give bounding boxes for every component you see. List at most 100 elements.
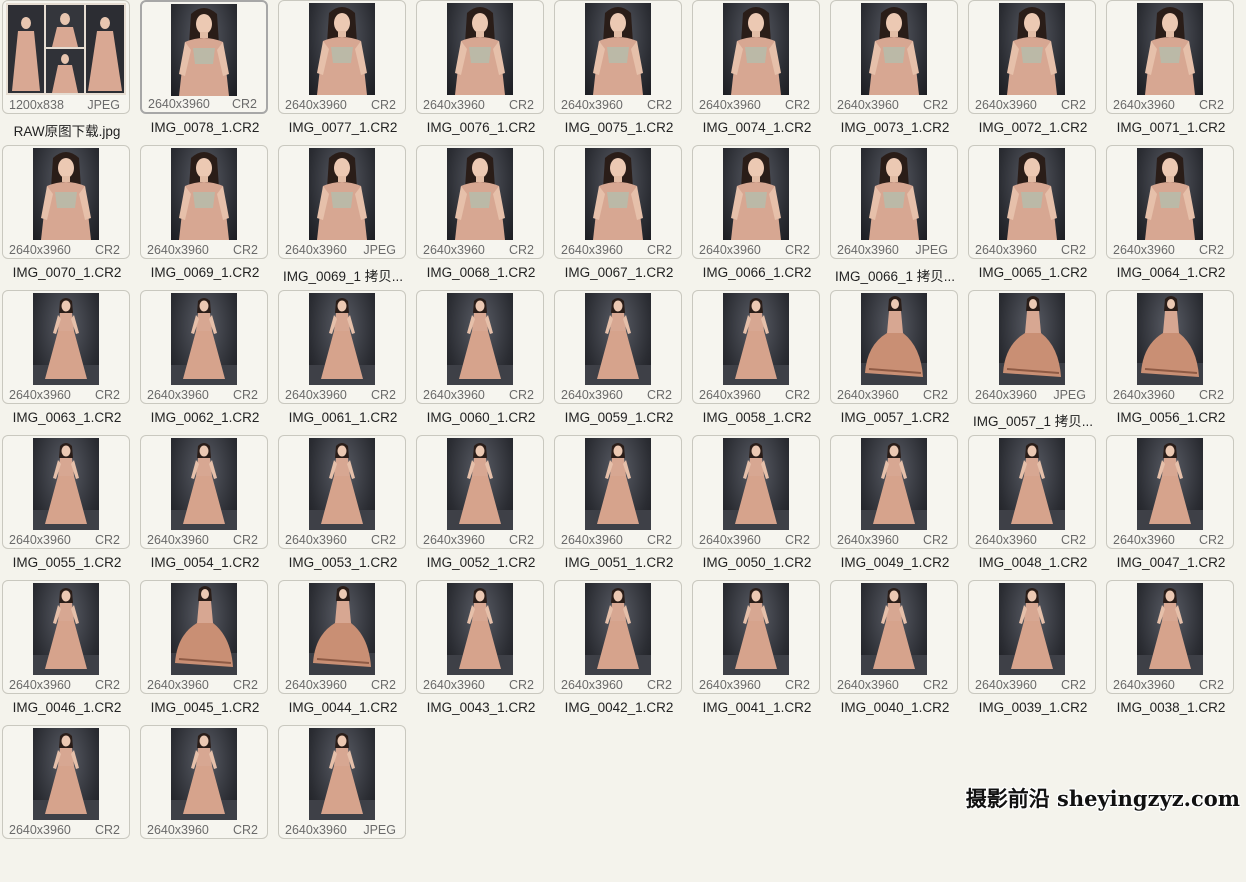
thumbnail-card[interactable]: 2640x3960 CR2	[830, 435, 958, 549]
file-item[interactable]: 2640x3960 CR2 IMG_0060_1.CR2	[414, 290, 552, 447]
file-item[interactable]: 2640x3960 CR2 IMG_0059_1.CR2	[552, 290, 690, 447]
file-item[interactable]: 2640x3960 CR2 IMG_0078_1.CR2	[138, 0, 276, 157]
thumbnail-card[interactable]: 2640x3960 CR2	[554, 0, 682, 114]
thumbnail-card[interactable]: 2640x3960 CR2	[2, 435, 130, 549]
file-item[interactable]: 2640x3960 CR2 IMG_0043_1.CR2	[414, 580, 552, 737]
file-item[interactable]: 2640x3960 CR2 IMG_0051_1.CR2	[552, 435, 690, 592]
thumbnail-card[interactable]: 2640x3960 CR2	[554, 580, 682, 694]
file-item[interactable]: 2640x3960 CR2 IMG_0039_1.CR2	[966, 580, 1104, 737]
thumbnail-card[interactable]: 2640x3960 CR2	[968, 435, 1096, 549]
thumbnail-card[interactable]: 2640x3960 CR2	[140, 435, 268, 549]
thumbnail-card[interactable]: 2640x3960 CR2	[416, 290, 544, 404]
file-item[interactable]: 2640x3960 CR2 IMG_0055_1.CR2	[0, 435, 138, 592]
file-item[interactable]: 2640x3960 CR2 IMG_0056_1.CR2	[1104, 290, 1242, 447]
file-item[interactable]: 2640x3960 CR2 IMG_0061_1.CR2	[276, 290, 414, 447]
thumbnail-card[interactable]: 2640x3960 CR2	[416, 145, 544, 259]
thumbnail-card[interactable]: 2640x3960 CR2	[2, 290, 130, 404]
thumbnail-card[interactable]: 2640x3960 CR2	[830, 580, 958, 694]
thumbnail-card[interactable]: 2640x3960 JPEG	[278, 145, 406, 259]
thumbnail-card[interactable]: 2640x3960 CR2	[1106, 0, 1234, 114]
file-item[interactable]: 2640x3960 CR2 IMG_0069_1.CR2	[138, 145, 276, 302]
file-item[interactable]: 2640x3960 CR2 IMG_0057_1.CR2	[828, 290, 966, 447]
file-item[interactable]: 2640x3960 CR2 IMG_0071_1.CR2	[1104, 0, 1242, 157]
thumbnail-card[interactable]: 2640x3960 JPEG	[830, 145, 958, 259]
file-item[interactable]: 2640x3960 CR2 IMG_0058_1.CR2	[690, 290, 828, 447]
thumbnail-card[interactable]: 2640x3960 CR2	[140, 145, 268, 259]
file-item[interactable]: 2640x3960 CR2 IMG_0053_1.CR2	[276, 435, 414, 592]
file-item[interactable]: 2640x3960 CR2 IMG_0070_1.CR2	[0, 145, 138, 302]
thumbnail-card[interactable]: 2640x3960 CR2	[1106, 435, 1234, 549]
thumbnail-card[interactable]: 2640x3960 CR2	[278, 435, 406, 549]
thumbnail-card[interactable]: 2640x3960 CR2	[140, 580, 268, 694]
file-item[interactable]: 2640x3960 CR2 IMG_0044_1.CR2	[276, 580, 414, 737]
thumbnail-card[interactable]: 2640x3960 CR2	[554, 435, 682, 549]
file-item[interactable]: 2640x3960 CR2 IMG_0040_1.CR2	[828, 580, 966, 737]
thumbnail-card[interactable]: 2640x3960 CR2	[1106, 290, 1234, 404]
thumbnail-card[interactable]: 2640x3960 CR2	[692, 0, 820, 114]
thumbnail-card[interactable]: 2640x3960 JPEG	[968, 290, 1096, 404]
thumbnail-card[interactable]: 2640x3960 CR2	[2, 145, 130, 259]
file-item[interactable]: 2640x3960 CR2 IMG_0042_1.CR2	[552, 580, 690, 737]
thumbnail-card[interactable]: 2640x3960 CR2	[140, 290, 268, 404]
file-item[interactable]: 2640x3960 CR2 IMG_0038_1.CR2	[1104, 580, 1242, 737]
thumbnail-card[interactable]: 2640x3960 CR2	[692, 435, 820, 549]
file-item[interactable]: 2640x3960 CR2 IMG_0077_1.CR2	[276, 0, 414, 157]
thumbnail-card[interactable]: 2640x3960 CR2	[278, 580, 406, 694]
file-name: IMG_0061_1.CR2	[288, 410, 398, 425]
thumbnail-card[interactable]: 2640x3960 CR2	[2, 725, 130, 839]
file-item[interactable]: 2640x3960 CR2 IMG_0072_1.CR2	[966, 0, 1104, 157]
file-item[interactable]: 2640x3960 CR2 IMG_0054_1.CR2	[138, 435, 276, 592]
file-item[interactable]: 2640x3960 CR2 IMG_0075_1.CR2	[552, 0, 690, 157]
thumbnail-card[interactable]: 2640x3960 JPEG	[278, 725, 406, 839]
file-item[interactable]: 2640x3960 CR2 IMG_0046_1.CR2	[0, 580, 138, 737]
file-item[interactable]: 2640x3960 CR2 IMG_0076_1.CR2	[414, 0, 552, 157]
thumbnail-card[interactable]: 2640x3960 CR2	[968, 0, 1096, 114]
file-item[interactable]: 2640x3960 CR2 IMG_0047_1.CR2	[1104, 435, 1242, 592]
file-item[interactable]: 2640x3960 CR2 IMG_0067_1.CR2	[552, 145, 690, 302]
thumbnail-card[interactable]: 2640x3960 CR2	[416, 580, 544, 694]
file-item[interactable]: 2640x3960 CR2 IMG_0068_1.CR2	[414, 145, 552, 302]
thumbnail-card[interactable]: 2640x3960 CR2	[830, 0, 958, 114]
photo-thumbnail	[33, 583, 99, 675]
file-name: IMG_0069_1.CR2	[150, 265, 260, 280]
thumbnail-card[interactable]: 2640x3960 CR2	[554, 290, 682, 404]
thumbnail-card[interactable]: 2640x3960 CR2	[1106, 145, 1234, 259]
file-item[interactable]: 2640x3960 CR2 IMG_0062_1.CR2	[138, 290, 276, 447]
photo-thumbnail	[447, 438, 513, 530]
file-item[interactable]: 2640x3960 CR2 IMG_0048_1.CR2	[966, 435, 1104, 592]
thumbnail-card[interactable]: 2640x3960 CR2	[416, 435, 544, 549]
thumbnail-card[interactable]: 2640x3960 CR2	[140, 725, 268, 839]
file-item[interactable]: 2640x3960 CR2	[138, 725, 276, 882]
file-item[interactable]: 2640x3960 CR2 IMG_0073_1.CR2	[828, 0, 966, 157]
thumbnail-card[interactable]: 2640x3960 CR2	[554, 145, 682, 259]
file-item[interactable]: 2640x3960 CR2	[0, 725, 138, 882]
file-item[interactable]: 2640x3960 CR2 IMG_0045_1.CR2	[138, 580, 276, 737]
thumbnail-card[interactable]: 2640x3960 CR2	[830, 290, 958, 404]
thumbnail-card[interactable]: 2640x3960 CR2	[692, 580, 820, 694]
thumbnail-card[interactable]: 2640x3960 CR2	[692, 145, 820, 259]
file-item[interactable]: 1200x838 JPEG RAW原图下载.jpg	[0, 0, 138, 157]
thumbnail-card[interactable]: 2640x3960 CR2	[968, 145, 1096, 259]
file-item[interactable]: 2640x3960 CR2 IMG_0064_1.CR2	[1104, 145, 1242, 302]
file-item[interactable]: 2640x3960 CR2 IMG_0065_1.CR2	[966, 145, 1104, 302]
file-item[interactable]: 2640x3960 CR2 IMG_0066_1.CR2	[690, 145, 828, 302]
thumbnail-card[interactable]: 2640x3960 CR2	[140, 0, 268, 114]
file-item[interactable]: 2640x3960 JPEG IMG_0057_1 拷贝...	[966, 290, 1104, 447]
thumbnail-card[interactable]: 2640x3960 CR2	[278, 290, 406, 404]
file-item[interactable]: 2640x3960 JPEG IMG_0069_1 拷贝...	[276, 145, 414, 302]
thumbnail-card[interactable]: 2640x3960 CR2	[692, 290, 820, 404]
file-item[interactable]: 2640x3960 CR2 IMG_0041_1.CR2	[690, 580, 828, 737]
thumbnail-card[interactable]: 2640x3960 CR2	[1106, 580, 1234, 694]
file-item[interactable]: 2640x3960 CR2 IMG_0050_1.CR2	[690, 435, 828, 592]
file-item[interactable]: 2640x3960 JPEG	[276, 725, 414, 882]
thumbnail-card[interactable]: 2640x3960 CR2	[968, 580, 1096, 694]
thumbnail-card[interactable]: 2640x3960 CR2	[2, 580, 130, 694]
file-item[interactable]: 2640x3960 CR2 IMG_0074_1.CR2	[690, 0, 828, 157]
thumbnail-card[interactable]: 1200x838 JPEG	[2, 0, 130, 114]
thumbnail-card[interactable]: 2640x3960 CR2	[278, 0, 406, 114]
file-item[interactable]: 2640x3960 CR2 IMG_0049_1.CR2	[828, 435, 966, 592]
thumbnail-card[interactable]: 2640x3960 CR2	[416, 0, 544, 114]
file-item[interactable]: 2640x3960 CR2 IMG_0063_1.CR2	[0, 290, 138, 447]
file-item[interactable]: 2640x3960 CR2 IMG_0052_1.CR2	[414, 435, 552, 592]
file-item[interactable]: 2640x3960 JPEG IMG_0066_1 拷贝...	[828, 145, 966, 302]
